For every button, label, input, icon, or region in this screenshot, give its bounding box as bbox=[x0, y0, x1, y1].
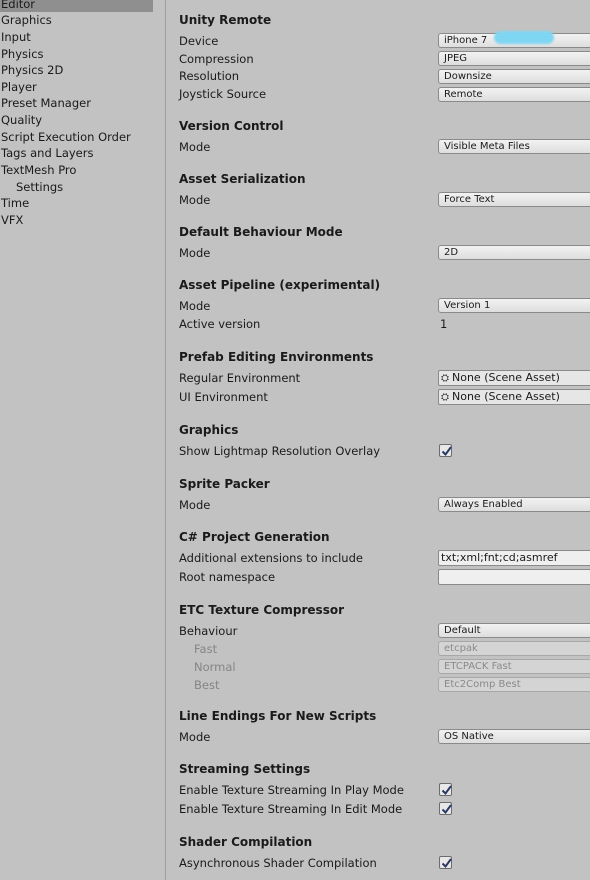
joystick-source-label: Joystick Source bbox=[179, 87, 267, 101]
regular-environment-value: None (Scene Asset) bbox=[452, 371, 560, 384]
regular-environment-label: Regular Environment bbox=[179, 371, 301, 385]
streaming-edit-mode-label: Enable Texture Streaming In Edit Mode bbox=[179, 802, 403, 816]
device-label: Device bbox=[179, 34, 219, 48]
resolution-dropdown[interactable]: Downsize bbox=[438, 69, 590, 84]
version-control-mode-label: Mode bbox=[179, 140, 211, 154]
sidebar-item-editor[interactable]: Editor bbox=[0, 0, 153, 12]
async-shader-compilation-checkbox[interactable] bbox=[439, 856, 452, 869]
behaviour-label: Behaviour bbox=[179, 624, 238, 638]
redaction-blur bbox=[494, 31, 554, 44]
regular-environment-field[interactable]: ⛭ None (Scene Asset) bbox=[438, 370, 590, 386]
section-heading-sprite-packer: Sprite Packer bbox=[179, 477, 270, 491]
fast-dropdown: etcpak bbox=[438, 641, 590, 656]
sidebar-item-physics[interactable]: Physics bbox=[0, 46, 160, 62]
sidebar-item-script-execution-order[interactable]: Script Execution Order bbox=[0, 129, 160, 145]
line-endings-mode-dropdown[interactable]: OS Native bbox=[438, 729, 590, 744]
version-control-mode-dropdown[interactable]: Visible Meta Files bbox=[438, 139, 590, 154]
section-heading-prefab-editing: Prefab Editing Environments bbox=[179, 350, 374, 364]
ui-environment-label: UI Environment bbox=[179, 390, 268, 404]
sidebar-item-tags-and-layers[interactable]: Tags and Layers bbox=[0, 145, 160, 161]
section-heading-shader-compilation: Shader Compilation bbox=[179, 835, 313, 849]
sidebar-item-input[interactable]: Input bbox=[0, 29, 160, 45]
section-heading-unity-remote: Unity Remote bbox=[179, 13, 272, 27]
streaming-play-mode-label: Enable Texture Streaming In Play Mode bbox=[179, 783, 404, 797]
asset-serialization-mode-dropdown[interactable]: Force Text bbox=[438, 192, 590, 207]
additional-extensions-label: Additional extensions to include bbox=[179, 551, 363, 565]
lightmap-overlay-checkbox[interactable] bbox=[439, 444, 452, 457]
sidebar-item-textmesh-settings[interactable]: Settings bbox=[0, 179, 160, 195]
section-heading-csharp-generation: C# Project Generation bbox=[179, 530, 330, 544]
sidebar-item-time[interactable]: Time bbox=[0, 195, 160, 211]
joystick-source-dropdown[interactable]: Remote bbox=[438, 87, 590, 102]
active-version-label: Active version bbox=[179, 317, 261, 331]
checkmark-icon bbox=[441, 858, 452, 869]
fast-label: Fast bbox=[194, 642, 218, 656]
normal-label: Normal bbox=[194, 660, 236, 674]
section-heading-default-behaviour: Default Behaviour Mode bbox=[179, 225, 343, 239]
compression-label: Compression bbox=[179, 52, 254, 66]
active-version-value: 1 bbox=[440, 317, 448, 331]
section-heading-streaming: Streaming Settings bbox=[179, 762, 311, 776]
resolution-label: Resolution bbox=[179, 69, 240, 83]
asset-pipeline-mode-label: Mode bbox=[179, 299, 211, 313]
default-behaviour-mode-dropdown[interactable]: 2D bbox=[438, 245, 590, 260]
sprite-packer-mode-dropdown[interactable]: Always Enabled bbox=[438, 497, 590, 512]
sidebar-item-player[interactable]: Player bbox=[0, 79, 160, 95]
object-field-icon: ⛭ bbox=[441, 373, 449, 384]
sidebar-item-quality[interactable]: Quality bbox=[0, 112, 160, 128]
sprite-packer-mode-label: Mode bbox=[179, 498, 211, 512]
checkmark-icon bbox=[441, 446, 452, 457]
settings-sidebar: Editor Graphics Input Physics Physics 2D… bbox=[0, 0, 166, 880]
asset-pipeline-mode-dropdown[interactable]: Version 1 bbox=[438, 298, 590, 313]
section-heading-version-control: Version Control bbox=[179, 119, 284, 133]
checkmark-icon bbox=[441, 785, 452, 796]
checkmark-icon bbox=[441, 804, 452, 815]
editor-settings-panel: Unity Remote Device iPhone 7 Compression… bbox=[166, 0, 590, 880]
ui-environment-value: None (Scene Asset) bbox=[452, 390, 560, 403]
root-namespace-input[interactable] bbox=[438, 569, 590, 585]
streaming-play-mode-checkbox[interactable] bbox=[439, 783, 452, 796]
lightmap-overlay-label: Show Lightmap Resolution Overlay bbox=[179, 444, 381, 458]
ui-environment-field[interactable]: ⛭ None (Scene Asset) bbox=[438, 389, 590, 405]
root-namespace-label: Root namespace bbox=[179, 570, 276, 584]
sidebar-item-graphics[interactable]: Graphics bbox=[0, 12, 160, 28]
sidebar-item-physics-2d[interactable]: Physics 2D bbox=[0, 62, 160, 78]
normal-dropdown: ETCPACK Fast bbox=[438, 659, 590, 674]
section-heading-asset-pipeline: Asset Pipeline (experimental) bbox=[179, 278, 381, 292]
section-heading-line-endings: Line Endings For New Scripts bbox=[179, 709, 377, 723]
sidebar-item-vfx[interactable]: VFX bbox=[0, 212, 160, 228]
best-label: Best bbox=[194, 678, 220, 692]
default-behaviour-mode-label: Mode bbox=[179, 246, 211, 260]
sidebar-item-textmesh-pro[interactable]: TextMesh Pro bbox=[0, 162, 160, 178]
section-heading-asset-serialization: Asset Serialization bbox=[179, 172, 306, 186]
sidebar-item-preset-manager[interactable]: Preset Manager bbox=[0, 95, 160, 111]
compression-dropdown[interactable]: JPEG bbox=[438, 51, 590, 66]
streaming-edit-mode-checkbox[interactable] bbox=[439, 802, 452, 815]
asset-serialization-mode-label: Mode bbox=[179, 193, 211, 207]
object-field-icon: ⛭ bbox=[441, 392, 449, 403]
best-dropdown: Etc2Comp Best bbox=[438, 677, 590, 692]
async-shader-compilation-label: Asynchronous Shader Compilation bbox=[179, 856, 377, 870]
section-heading-etc-compressor: ETC Texture Compressor bbox=[179, 603, 344, 617]
section-heading-graphics: Graphics bbox=[179, 423, 239, 437]
additional-extensions-input[interactable]: txt;xml;fnt;cd;asmref bbox=[438, 550, 590, 566]
behaviour-dropdown[interactable]: Default bbox=[438, 623, 590, 638]
line-endings-mode-label: Mode bbox=[179, 730, 211, 744]
